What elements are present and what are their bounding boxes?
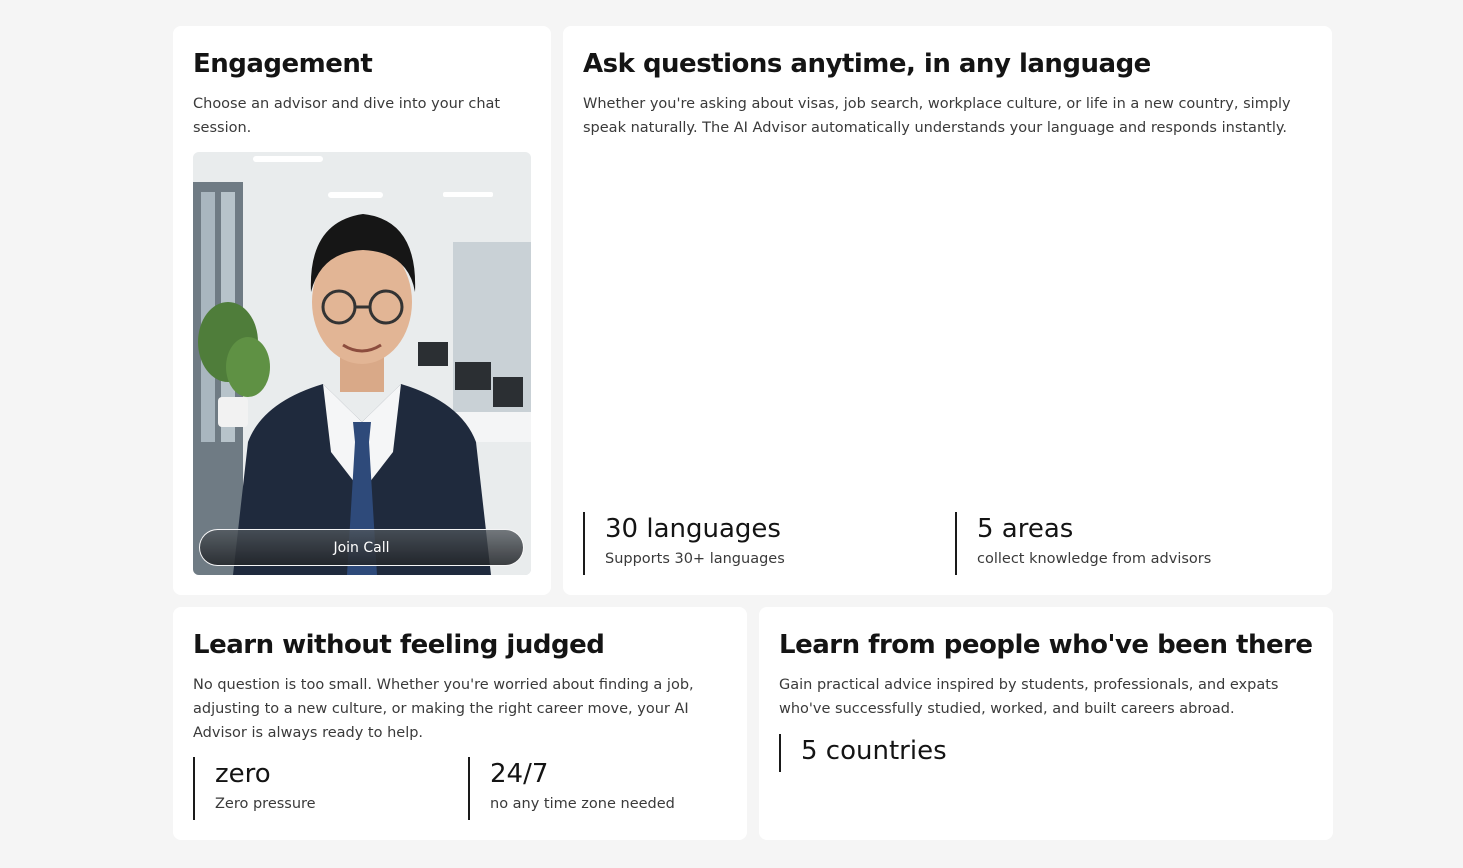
stat-zero-pressure: zero Zero pressure [193,757,443,820]
people-title: Learn from people who've been there [779,630,1313,660]
stat-label: collect knowledge from advisors [977,551,1212,567]
learn-from-people-card: Learn from people who've been there Gain… [759,607,1333,840]
ask-description: Whether you're asking about visas, job s… [583,96,1291,136]
stat-value: 5 areas [977,514,1074,544]
ask-title: Ask questions anytime, in any language [583,49,1151,79]
engagement-card: Engagement Choose an advisor and dive in… [173,26,551,595]
stat-value: 30 languages [605,514,781,544]
engagement-title: Engagement [193,49,373,79]
people-description: Gain practical advice inspired by studen… [779,677,1279,717]
stat-languages: 30 languages Supports 30+ languages [583,512,923,575]
learn-without-judgement-card: Learn without feeling judged No question… [173,607,747,840]
ask-questions-card: Ask questions anytime, in any language W… [563,26,1332,595]
stat-label: no any time zone needed [490,796,675,812]
stat-value: zero [215,759,271,789]
engagement-description: Choose an advisor and dive into your cha… [193,96,501,136]
stat-label: Supports 30+ languages [605,551,785,567]
join-call-button[interactable]: Join Call [199,529,524,566]
stat-countries: 5 countries [779,734,1079,772]
stat-24-7: 24/7 no any time zone needed [468,757,718,820]
advisor-photo[interactable]: Join Call [193,152,531,575]
stat-areas: 5 areas collect knowledge from advisors [955,512,1295,575]
stat-value: 5 countries [801,736,947,766]
judged-description: No question is too small. Whether you're… [193,677,694,741]
stat-value: 24/7 [490,759,549,789]
stat-label: Zero pressure [215,796,316,812]
advisor-portrait-illustration [193,152,531,575]
judged-title: Learn without feeling judged [193,630,605,660]
